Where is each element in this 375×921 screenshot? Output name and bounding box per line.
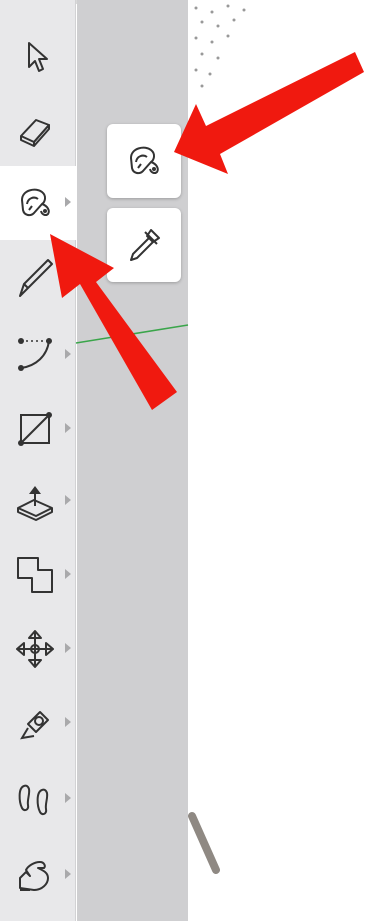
paint-bucket-tool-button[interactable] [0,166,76,240]
line-tool-button[interactable] [0,240,76,314]
move-tool-button[interactable] [0,612,76,686]
tape-measure-icon [12,700,58,746]
hand-icon [12,852,58,898]
pencil-icon [12,254,58,300]
drawing-canvas[interactable] [188,0,375,921]
paint-bucket-icon [121,138,167,184]
rectangle-icon [12,406,58,452]
tool-palette [0,0,76,921]
flyout-sample-paint-button[interactable] [107,208,181,282]
chevron-right-icon [64,568,72,580]
push-pull-icon [12,478,58,524]
tape-measure-tool-button[interactable] [0,686,76,760]
eraser-icon [12,108,58,154]
chevron-right-icon [64,270,72,282]
chevron-right-icon [64,348,72,360]
canvas-geometry [188,4,246,874]
chevron-right-icon [64,196,72,208]
eraser-tool-button[interactable] [0,94,76,168]
arc-tool-button[interactable] [0,318,76,392]
offset-tool-button[interactable] [0,538,76,612]
paint-bucket-icon [12,180,58,226]
eyedropper-icon [121,222,167,268]
chevron-right-icon [64,792,72,804]
arrow-cursor-icon [12,34,58,80]
walk-tool-button[interactable] [0,762,76,836]
flyout-paint-bucket-button[interactable] [107,124,181,198]
push-pull-tool-button[interactable] [0,464,76,538]
arc-icon [12,332,58,378]
chevron-right-icon [64,716,72,728]
chevron-right-icon [64,494,72,506]
move-arrows-icon [12,626,58,672]
chevron-right-icon [64,422,72,434]
footprints-icon [12,776,58,822]
chevron-right-icon [64,642,72,654]
chevron-right-icon [64,868,72,880]
pan-tool-button[interactable] [0,838,76,912]
rectangle-tool-button[interactable] [0,392,76,466]
select-tool-button[interactable] [0,20,76,94]
offset-icon [12,552,58,598]
